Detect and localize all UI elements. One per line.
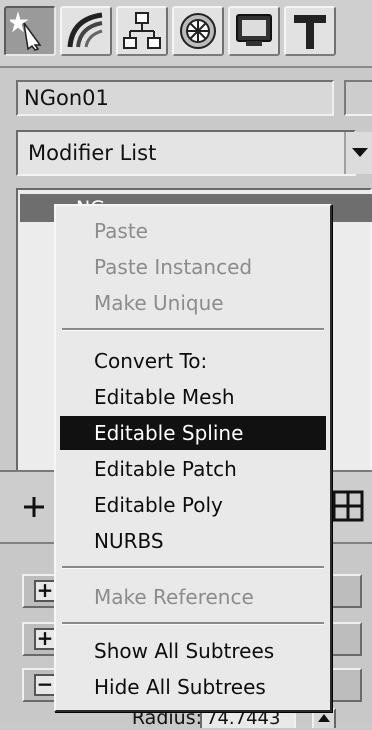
- menu-separator: [62, 622, 324, 625]
- command-panel-tabs: [0, 0, 372, 66]
- context-menu: Paste Paste Instanced Make Unique Conver…: [54, 204, 332, 712]
- menu-item-editable-mesh[interactable]: Editable Mesh: [60, 380, 326, 414]
- menu-item-convert-to: Convert To:: [94, 349, 208, 373]
- hierarchy-icon: [123, 12, 161, 49]
- menu-item-show-all-subtrees[interactable]: Show All Subtrees: [60, 634, 326, 668]
- menu-item-paste-instanced[interactable]: Paste Instanced: [60, 250, 326, 284]
- expand-icon[interactable]: +: [34, 628, 56, 650]
- menu-item-nurbs[interactable]: NURBS: [60, 524, 326, 558]
- motion-icon: [180, 13, 216, 49]
- dropdown-arrow-button[interactable]: [344, 132, 372, 174]
- menu-item-editable-patch[interactable]: Editable Patch: [60, 452, 326, 486]
- object-name-field[interactable]: NGon01: [16, 80, 334, 116]
- configure-modifier-sets-icon[interactable]: [330, 488, 366, 524]
- modify-icon: [67, 12, 103, 48]
- menu-separator: [62, 328, 324, 331]
- menu-item-editable-spline[interactable]: Editable Spline: [60, 416, 326, 450]
- create-icon: [10, 11, 42, 51]
- display-icon: [236, 14, 272, 46]
- menu-separator: [62, 566, 324, 569]
- divider: [0, 66, 372, 68]
- object-color-swatch[interactable]: [344, 80, 372, 116]
- expand-icon[interactable]: +: [34, 580, 56, 602]
- tab-display[interactable]: [228, 6, 280, 56]
- menu-item-make-reference[interactable]: Make Reference: [60, 580, 326, 614]
- tab-modify[interactable]: [60, 6, 112, 56]
- modifier-list-dropdown[interactable]: Modifier List: [16, 130, 356, 176]
- tab-utilities[interactable]: [284, 6, 336, 56]
- collapse-icon[interactable]: −: [34, 674, 56, 696]
- pin-stack-icon[interactable]: [22, 492, 52, 522]
- utilities-icon: [294, 15, 326, 49]
- menu-item-paste[interactable]: Paste: [60, 214, 326, 248]
- menu-item-make-unique[interactable]: Make Unique: [60, 286, 326, 320]
- menu-item-editable-poly[interactable]: Editable Poly: [60, 488, 326, 522]
- tab-motion[interactable]: [172, 6, 224, 56]
- chevron-down-icon: [352, 148, 368, 157]
- menu-item-hide-all-subtrees[interactable]: Hide All Subtrees: [60, 670, 326, 704]
- tab-create[interactable]: [4, 6, 56, 56]
- tab-hierarchy[interactable]: [116, 6, 168, 56]
